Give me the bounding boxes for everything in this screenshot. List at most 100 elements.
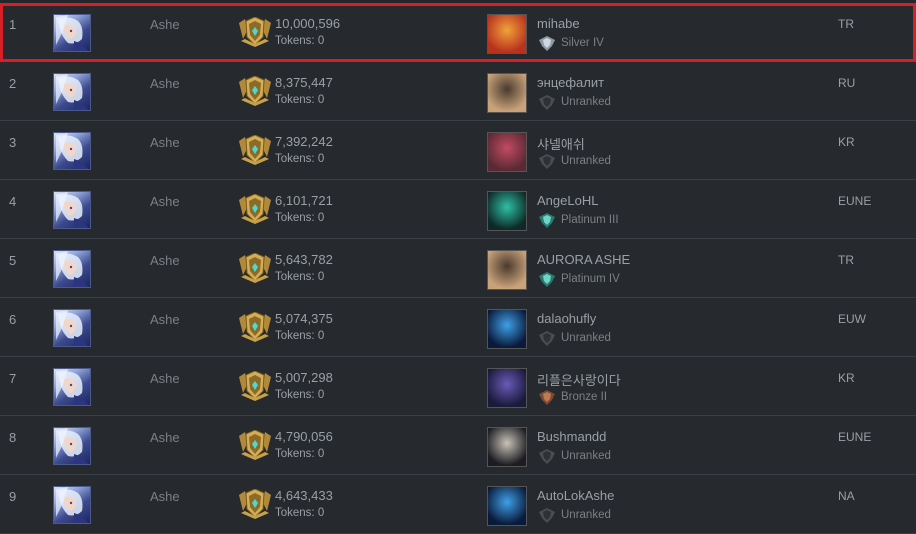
summoner-tier: Unranked	[561, 96, 611, 108]
summoner-name-link[interactable]: dalaohufly	[537, 311, 596, 326]
mastery-leaderboard: 1 Ashe 10,000,596 Tokens: 0 mihabe Silve…	[0, 0, 916, 534]
summoner-name-link[interactable]: AURORA ASHE	[537, 252, 630, 267]
bronze-emblem-icon	[538, 390, 556, 405]
unranked-emblem-icon	[538, 508, 556, 523]
summoner-profile-icon[interactable]	[487, 132, 527, 172]
champion-name[interactable]: Ashe	[150, 76, 180, 91]
rank-number: 1	[9, 17, 17, 32]
mastery-points: 5,007,298	[275, 370, 333, 385]
summoner-region: EUNE	[838, 430, 872, 444]
leaderboard-row[interactable]: 1 Ashe 10,000,596 Tokens: 0 mihabe Silve…	[0, 3, 916, 62]
summoner-region: TR	[838, 17, 854, 31]
platinum-emblem-icon	[538, 272, 556, 287]
summoner-tier: Unranked	[561, 155, 611, 167]
summoner-tier: Platinum III	[561, 214, 619, 226]
summoner-name-link[interactable]: энцефалит	[537, 75, 604, 90]
leaderboard-row[interactable]: 8 Ashe 4,790,056 Tokens: 0 Bushmandd Unr…	[0, 416, 916, 475]
summoner-profile-icon[interactable]	[487, 14, 527, 54]
rank-number: 3	[9, 135, 17, 150]
mastery-points: 10,000,596	[275, 16, 341, 31]
champion-name[interactable]: Ashe	[150, 371, 180, 386]
leaderboard-row[interactable]: 2 Ashe 8,375,447 Tokens: 0 энцефалит Unr…	[0, 62, 916, 121]
mastery-tokens: Tokens: 0	[275, 389, 325, 401]
summoner-name-link[interactable]: AngeLoHL	[537, 193, 598, 208]
summoner-tier: Unranked	[561, 450, 611, 462]
leaderboard-row[interactable]: 7 Ashe 5,007,298 Tokens: 0 리플은사랑이다 Bronz…	[0, 357, 916, 416]
champion-name[interactable]: Ashe	[150, 17, 180, 32]
mastery-tokens: Tokens: 0	[275, 448, 325, 460]
mastery-points: 4,643,433	[275, 488, 333, 503]
rank-number: 7	[9, 371, 17, 386]
champion-name[interactable]: Ashe	[150, 194, 180, 209]
silver-emblem-icon	[538, 36, 556, 51]
summoner-name-link[interactable]: mihabe	[537, 16, 580, 31]
mastery-points: 5,643,782	[275, 252, 333, 267]
leaderboard-row[interactable]: 4 Ashe 6,101,721 Tokens: 0 AngeLoHL Plat…	[0, 180, 916, 239]
rank-number: 4	[9, 194, 17, 209]
summoner-tier: Bronze II	[561, 391, 608, 403]
unranked-emblem-icon	[538, 154, 556, 169]
mastery-7-icon	[237, 311, 273, 342]
mastery-7-icon	[237, 134, 273, 165]
champion-portrait-icon[interactable]	[53, 132, 91, 170]
summoner-region: EUNE	[838, 194, 872, 208]
unranked-emblem-icon	[538, 449, 556, 464]
mastery-7-icon	[237, 370, 273, 401]
mastery-7-icon	[237, 252, 273, 283]
champion-portrait-icon[interactable]	[53, 309, 91, 347]
summoner-name-link[interactable]: Bushmandd	[537, 429, 606, 444]
mastery-7-icon	[237, 16, 273, 47]
leaderboard-row[interactable]: 5 Ashe 5,643,782 Tokens: 0 AURORA ASHE P…	[0, 239, 916, 298]
platinum-emblem-icon	[538, 213, 556, 228]
mastery-7-icon	[237, 429, 273, 460]
summoner-region: EUW	[838, 312, 866, 326]
mastery-tokens: Tokens: 0	[275, 271, 325, 283]
summoner-name-link[interactable]: 리플은사랑이다	[537, 370, 621, 389]
champion-name[interactable]: Ashe	[150, 489, 180, 504]
summoner-name-link[interactable]: AutoLokAshe	[537, 488, 614, 503]
rank-number: 2	[9, 76, 17, 91]
champion-portrait-icon[interactable]	[53, 191, 91, 229]
mastery-tokens: Tokens: 0	[275, 507, 325, 519]
summoner-region: KR	[838, 371, 855, 385]
summoner-profile-icon[interactable]	[487, 427, 527, 467]
champion-name[interactable]: Ashe	[150, 135, 180, 150]
summoner-tier: Unranked	[561, 332, 611, 344]
summoner-profile-icon[interactable]	[487, 191, 527, 231]
champion-name[interactable]: Ashe	[150, 430, 180, 445]
rank-number: 8	[9, 430, 17, 445]
champion-portrait-icon[interactable]	[53, 486, 91, 524]
unranked-emblem-icon	[538, 95, 556, 110]
champion-name[interactable]: Ashe	[150, 312, 180, 327]
leaderboard-row[interactable]: 6 Ashe 5,074,375 Tokens: 0 dalaohufly Un…	[0, 298, 916, 357]
summoner-region: NA	[838, 489, 855, 503]
summoner-profile-icon[interactable]	[487, 368, 527, 408]
rank-number: 6	[9, 312, 17, 327]
mastery-points: 7,392,242	[275, 134, 333, 149]
rank-number: 9	[9, 489, 17, 504]
champion-portrait-icon[interactable]	[53, 73, 91, 111]
rank-number: 5	[9, 253, 17, 268]
summoner-region: TR	[838, 253, 854, 267]
summoner-tier: Silver IV	[561, 37, 604, 49]
mastery-7-icon	[237, 75, 273, 106]
leaderboard-row[interactable]: 9 Ashe 4,643,433 Tokens: 0 AutoLokAshe U…	[0, 475, 916, 534]
mastery-tokens: Tokens: 0	[275, 330, 325, 342]
mastery-points: 8,375,447	[275, 75, 333, 90]
champion-portrait-icon[interactable]	[53, 14, 91, 52]
champion-portrait-icon[interactable]	[53, 368, 91, 406]
summoner-region: RU	[838, 76, 856, 90]
summoner-name-link[interactable]: 샤넬애쉬	[537, 134, 585, 153]
summoner-profile-icon[interactable]	[487, 73, 527, 113]
summoner-profile-icon[interactable]	[487, 309, 527, 349]
summoner-profile-icon[interactable]	[487, 250, 527, 290]
summoner-profile-icon[interactable]	[487, 486, 527, 526]
leaderboard-row[interactable]: 3 Ashe 7,392,242 Tokens: 0 샤넬애쉬 Unranked…	[0, 121, 916, 180]
unranked-emblem-icon	[538, 331, 556, 346]
champion-portrait-icon[interactable]	[53, 427, 91, 465]
champion-portrait-icon[interactable]	[53, 250, 91, 288]
champion-name[interactable]: Ashe	[150, 253, 180, 268]
mastery-points: 6,101,721	[275, 193, 333, 208]
mastery-points: 4,790,056	[275, 429, 333, 444]
mastery-tokens: Tokens: 0	[275, 153, 325, 165]
